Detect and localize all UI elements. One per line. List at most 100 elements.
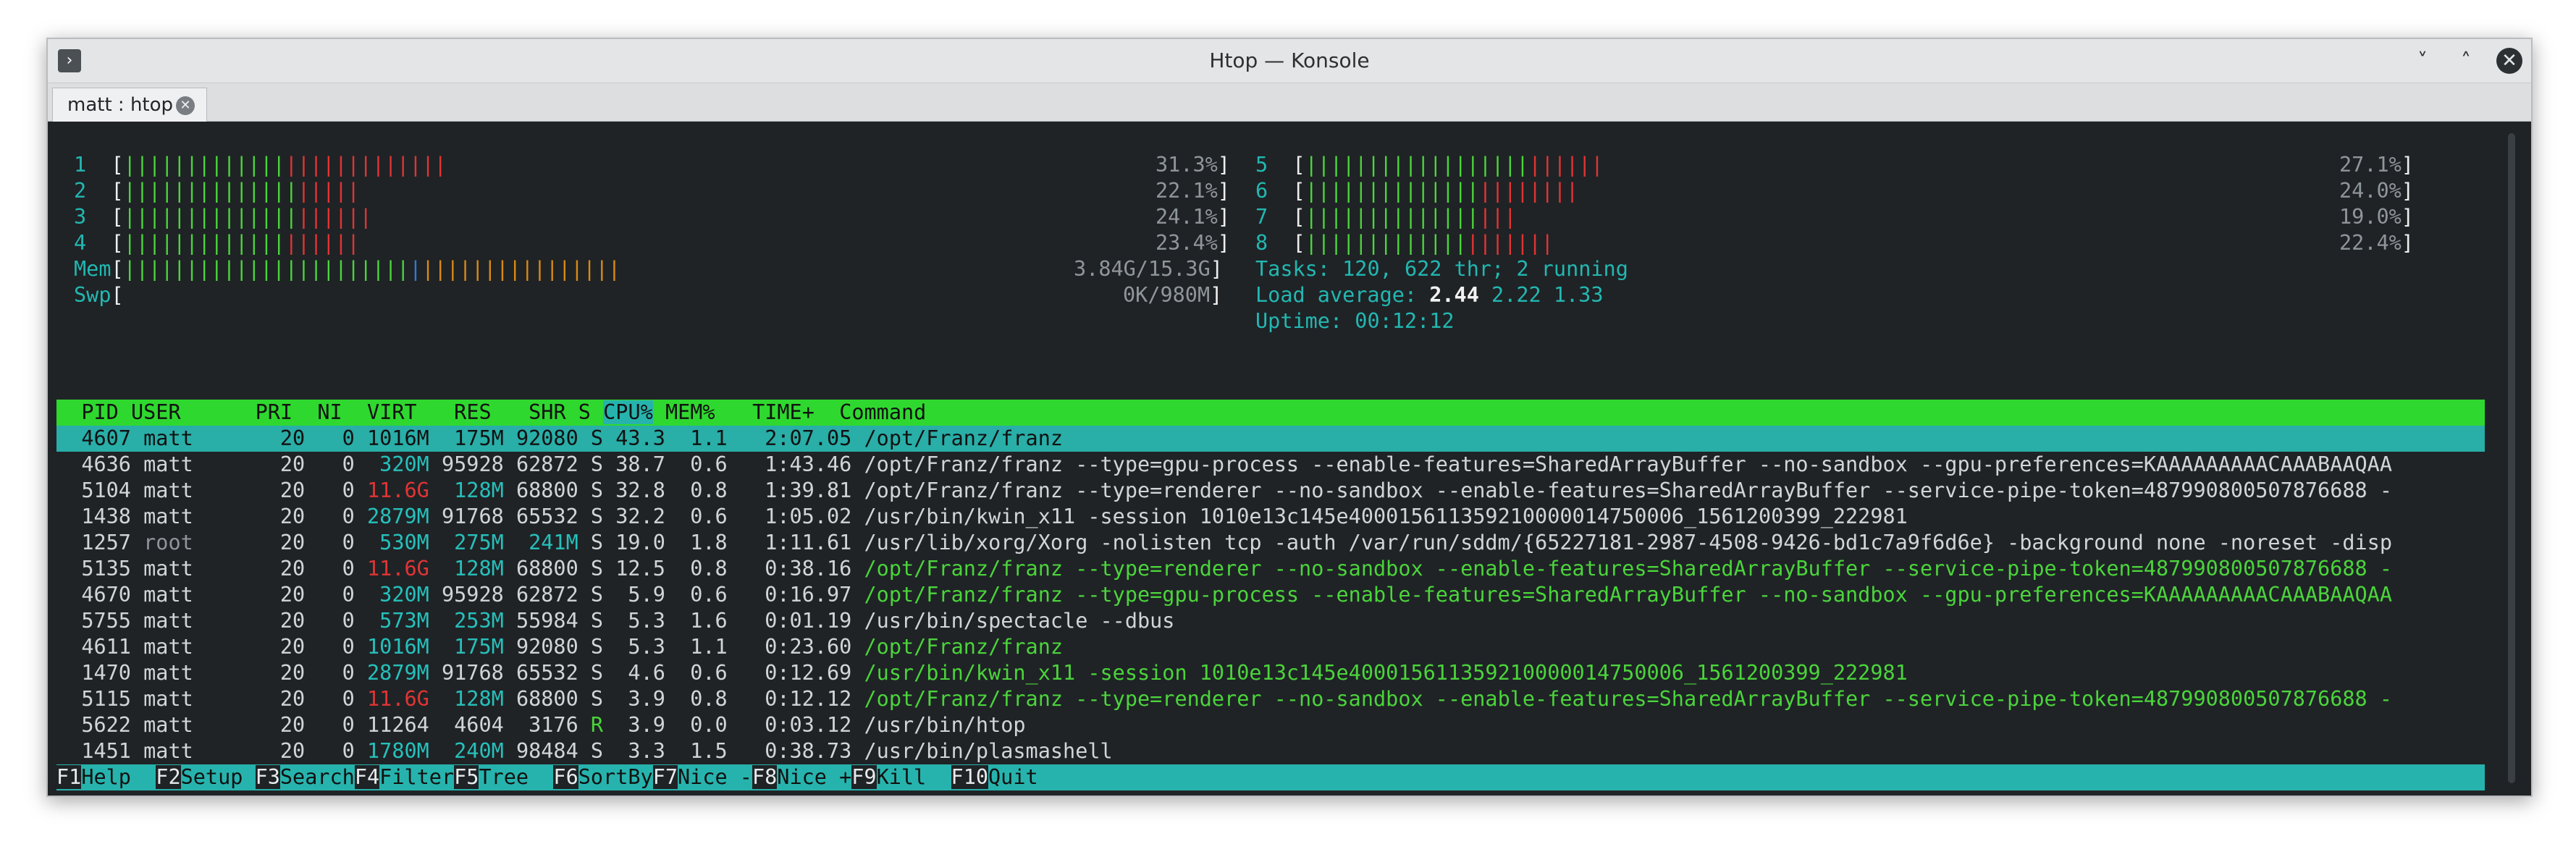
process-row[interactable]: 4607 matt 20 0 1016M 175M 92080 S 43.3 1… — [56, 426, 1063, 452]
col-cpu-sorted[interactable]: CPU% — [603, 400, 653, 424]
title-bar[interactable]: › Htop — Konsole ˅ ˄ ✕ — [48, 39, 2531, 83]
fkey-f9[interactable]: F9 — [851, 765, 877, 789]
fkey-f1[interactable]: F1 — [56, 765, 82, 789]
process-row[interactable]: 5135 matt 20 0 11.6G 128M 68800 S 12.5 0… — [56, 556, 2392, 582]
terminal-area[interactable]: 1 [|||||||||||||||||||||||||| 31.3%] 2 [… — [48, 122, 2531, 796]
ni-cell: 0 — [305, 661, 355, 685]
fkey-f8[interactable]: F8 — [752, 765, 778, 789]
process-row[interactable]: 1470 matt 20 0 2879M 91768 65532 S 4.6 0… — [56, 660, 1908, 686]
fkey-label[interactable]: Nice - — [678, 765, 752, 789]
ni-cell: 0 — [305, 426, 355, 450]
res-cell: 91768 — [441, 661, 504, 685]
shr-cell: 65532 — [515, 505, 578, 528]
maximize-button[interactable]: ˄ — [2453, 48, 2479, 74]
shr-cell: 241M — [515, 531, 578, 554]
shr-cell: 62872 — [515, 583, 578, 607]
col-mem[interactable]: MEM% — [665, 400, 715, 424]
col-user[interactable]: USER — [131, 400, 181, 424]
pid-cell: 1470 — [56, 661, 131, 685]
cpu-cell: 5.3 — [615, 609, 665, 633]
user-cell: matt — [143, 661, 256, 685]
fkey-f10[interactable]: F10 — [951, 765, 989, 789]
fkey-label[interactable]: Quit — [988, 765, 1038, 789]
fkey-f6[interactable]: F6 — [553, 765, 578, 789]
process-row[interactable]: 4636 matt 20 0 320M 95928 62872 S 38.7 0… — [56, 452, 2392, 478]
fkey-label[interactable]: Filter — [379, 765, 454, 789]
tab-matt-htop[interactable]: matt : htop ✕ — [52, 88, 207, 122]
process-row[interactable]: 5115 matt 20 0 11.6G 128M 68800 S 3.9 0.… — [56, 686, 2392, 712]
window-title: Htop — Konsole — [1209, 48, 1370, 72]
fkey-label[interactable]: Nice + — [777, 765, 851, 789]
fkey-label[interactable]: Tree — [479, 765, 553, 789]
pri-cell: 20 — [255, 713, 306, 737]
fkey-f2[interactable]: F2 — [156, 765, 181, 789]
res-cell: 175M — [441, 635, 504, 659]
process-row[interactable]: 5104 matt 20 0 11.6G 128M 68800 S 32.8 0… — [56, 478, 2392, 504]
fkey-label[interactable]: SortBy — [578, 765, 653, 789]
cpu-cell: 32.8 — [615, 478, 665, 502]
fkey-f3[interactable]: F3 — [255, 765, 280, 789]
fkey-label[interactable]: Setup — [181, 765, 256, 789]
pid-cell: 4636 — [56, 452, 131, 476]
fkey-label[interactable]: Kill — [877, 765, 951, 789]
column-header[interactable]: PID USER PRI NI VIRT RES SHR S CPU% MEM%… — [56, 400, 926, 426]
col-state[interactable]: S — [578, 400, 591, 424]
fkey-f5[interactable]: F5 — [454, 765, 479, 789]
res-cell: 95928 — [441, 583, 504, 607]
col-command[interactable]: Command — [839, 400, 926, 424]
minimize-button[interactable]: ˅ — [2409, 48, 2436, 74]
scrollbar[interactable] — [2508, 133, 2515, 783]
col-ni[interactable]: NI — [317, 400, 342, 424]
time-cell: 0:16.97 — [739, 583, 852, 607]
col-pri[interactable]: PRI — [256, 400, 292, 424]
virt-cell: 11.6G — [367, 557, 429, 581]
virt-cell: 320M — [367, 583, 429, 607]
konsole-window: › Htop — Konsole ˅ ˄ ✕ matt : htop ✕ 1 [… — [46, 38, 2533, 797]
process-row[interactable]: 5622 matt 20 0 11264 4604 3176 R 3.9 0.0… — [56, 712, 1025, 738]
cpu-meter-8-value: 22.4%] — [2339, 231, 2414, 255]
close-icon[interactable]: ✕ — [176, 96, 195, 115]
time-cell: 1:05.02 — [739, 505, 852, 528]
process-row[interactable]: 4670 matt 20 0 320M 95928 62872 S 5.9 0.… — [56, 582, 2392, 608]
time-cell: 0:38.16 — [739, 557, 852, 581]
fkey-f4[interactable]: F4 — [354, 765, 380, 789]
col-time[interactable]: TIME+ — [752, 400, 815, 424]
res-cell: 175M — [441, 426, 504, 450]
process-row[interactable]: 5755 matt 20 0 573M 253M 55984 S 5.3 1.6… — [56, 608, 1174, 634]
virt-cell: 1016M — [367, 426, 429, 450]
col-virt[interactable]: VIRT — [367, 400, 417, 424]
fkey-f7[interactable]: F7 — [652, 765, 678, 789]
pri-cell: 20 — [255, 687, 306, 711]
virt-cell: 1780M — [367, 739, 429, 763]
command-cell: /opt/Franz/franz --type=renderer --no-sa… — [864, 557, 2393, 581]
state-cell: S — [590, 739, 604, 763]
pid-cell: 4670 — [56, 583, 131, 607]
function-keys[interactable]: F1Help F2Setup F3SearchF4FilterF5Tree F6… — [56, 764, 1038, 790]
process-row[interactable]: 1257 root 20 0 530M 275M 241M S 19.0 1.8… — [56, 530, 2392, 556]
mem-cell: 0.0 — [678, 713, 728, 737]
mem-cell: 0.8 — [678, 687, 728, 711]
shr-cell: 55984 — [515, 609, 578, 633]
state-cell: S — [590, 531, 604, 554]
cpu-meter-6: 6 [|||||||||||||||||||||| — [1255, 179, 1579, 203]
cpu-meter-1: 1 [|||||||||||||||||||||||||| — [74, 153, 447, 177]
cpu-cell: 5.3 — [615, 635, 665, 659]
mem-cell: 0.8 — [678, 478, 728, 502]
fkey-label[interactable]: Search — [280, 765, 355, 789]
time-cell: 1:39.81 — [739, 478, 852, 502]
time-cell: 2:07.05 — [739, 426, 852, 450]
fkey-label[interactable]: Help — [81, 765, 156, 789]
virt-cell: 1016M — [367, 635, 429, 659]
col-pid[interactable]: PID — [81, 400, 118, 424]
command-cell: /opt/Franz/franz --type=renderer --no-sa… — [864, 478, 2393, 502]
process-row[interactable]: 1438 matt 20 0 2879M 91768 65532 S 32.2 … — [56, 504, 1908, 530]
col-shr[interactable]: SHR — [529, 400, 565, 424]
cpu-meter-3-value: 24.1%] — [1156, 205, 1230, 229]
col-res[interactable]: RES — [454, 400, 491, 424]
close-window-button[interactable]: ✕ — [2496, 48, 2522, 74]
command-cell: /usr/bin/kwin_x11 -session 1010e13c145e4… — [864, 505, 1908, 528]
process-row[interactable]: 1451 matt 20 0 1780M 240M 98484 S 3.3 1.… — [56, 738, 1112, 764]
process-row[interactable]: 4611 matt 20 0 1016M 175M 92080 S 5.3 1.… — [56, 634, 1063, 660]
command-cell: /usr/bin/spectacle --dbus — [864, 609, 1175, 633]
state-cell: S — [590, 661, 604, 685]
